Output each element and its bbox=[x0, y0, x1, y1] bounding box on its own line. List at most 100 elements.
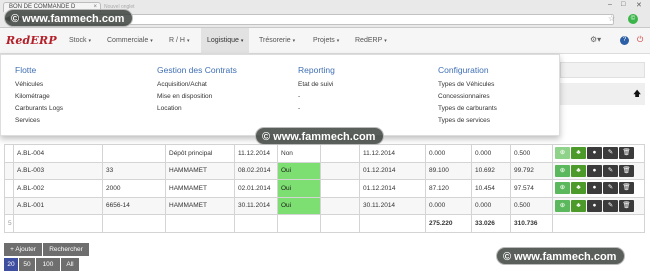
table-row[interactable]: A.BL-004 Dépôt principal 11.12.2014 Non 11.1… bbox=[4, 144, 645, 163]
minimize-icon[interactable]: – bbox=[608, 1, 612, 8]
amount-ht-cell: 0.000 bbox=[425, 196, 472, 215]
page-size-100[interactable]: 100 bbox=[36, 258, 60, 271]
view-icon[interactable]: ⊕ bbox=[555, 182, 570, 195]
table-row[interactable]: A.BL-002 2000 HAMMAMET 02.01.2014 Oui 01.12.2… bbox=[4, 179, 645, 198]
page-size-50[interactable]: 50 bbox=[19, 258, 35, 271]
dropdown-link[interactable]: - bbox=[298, 93, 335, 105]
dropdown-link[interactable]: Services bbox=[15, 117, 63, 129]
edit-icon[interactable]: ✎ bbox=[603, 164, 618, 177]
empty-cell bbox=[320, 179, 360, 198]
delivery-notes-table: A.BL-004 Dépôt principal 11.12.2014 Non 11.1… bbox=[4, 144, 645, 233]
menu-label: Commerciale bbox=[107, 37, 149, 44]
dropdown-link[interactable]: Etat de suivi bbox=[298, 81, 335, 93]
dropdown-link[interactable]: Kilométrage bbox=[15, 93, 63, 105]
menu-commerciale[interactable]: Commerciale ▾ bbox=[101, 28, 159, 54]
empty-cell bbox=[320, 214, 360, 233]
add-button[interactable]: + Ajouter bbox=[4, 243, 42, 256]
dropdown-link[interactable]: Types de carburants bbox=[438, 105, 497, 117]
edit-icon[interactable]: ✎ bbox=[603, 199, 618, 212]
dropdown-link[interactable]: Concessionnaires bbox=[438, 93, 497, 105]
date-cell: 30.11.2014 bbox=[234, 196, 278, 215]
brand-logo[interactable]: RedERP bbox=[6, 34, 57, 47]
menu-projets[interactable]: Projets ▾ bbox=[307, 28, 345, 54]
dropdown-link[interactable]: Types de Véhicules bbox=[438, 81, 497, 93]
extension-icon[interactable]: © bbox=[628, 14, 638, 24]
total-amount-ttc-cell: 310.736 bbox=[510, 214, 553, 233]
date-cell: 02.01.2014 bbox=[234, 179, 278, 198]
maximize-icon[interactable]: □ bbox=[621, 1, 625, 8]
dropdown-link[interactable]: - bbox=[298, 105, 335, 117]
table-row[interactable]: A.BL-001 6656-14 HAMMAMET 30.11.2014 Oui 30.1… bbox=[4, 196, 645, 215]
dropdown-column-flotte: Flotte Véhicules Kilométrage Carburants … bbox=[15, 65, 63, 129]
circle-icon[interactable]: ● bbox=[587, 199, 602, 212]
caret-down-icon: ▾ bbox=[186, 38, 190, 44]
row-count-cell: 5 bbox=[4, 214, 14, 233]
dropdown-link[interactable]: Acquisition/Achat bbox=[157, 81, 237, 93]
delete-icon[interactable]: 🗑 bbox=[619, 182, 634, 195]
table-row[interactable]: A.BL-003 33 HAMMAMET 08.02.2014 Oui 01.12.201… bbox=[4, 161, 645, 180]
menu-rh[interactable]: R / H ▾ bbox=[163, 28, 195, 54]
reference-cell: A.BL-002 bbox=[13, 179, 103, 198]
dropdown-link[interactable]: Carburants Logs bbox=[15, 105, 63, 117]
row-actions: ⊕ ♣ ● ✎ 🗑 bbox=[552, 196, 645, 215]
view-icon[interactable]: ⊕ bbox=[555, 147, 570, 160]
delete-icon[interactable]: 🗑 bbox=[619, 164, 634, 177]
reference-cell: A.BL-003 bbox=[13, 161, 103, 180]
menu-rederp[interactable]: RedERP ▾ bbox=[349, 28, 393, 54]
page-size-all[interactable]: All bbox=[61, 258, 79, 271]
empty-cell bbox=[320, 196, 360, 215]
watermark: © www.fammech.com bbox=[255, 127, 385, 145]
search-button[interactable]: Rechercher bbox=[43, 243, 89, 256]
page-size-20[interactable]: 20 bbox=[4, 258, 18, 271]
window-close-icon[interactable]: ✕ bbox=[636, 1, 642, 9]
sort-up-icon[interactable]: 🡅 bbox=[633, 88, 641, 102]
tree-icon[interactable]: ♣ bbox=[571, 147, 586, 160]
empty-cell bbox=[359, 214, 426, 233]
dropdown-link[interactable]: Véhicules bbox=[15, 81, 63, 93]
code-cell: 33 bbox=[102, 161, 166, 180]
view-icon[interactable]: ⊕ bbox=[555, 199, 570, 212]
help-icon[interactable]: ? bbox=[620, 36, 629, 45]
menu-tresorerie[interactable]: Trésorerie ▾ bbox=[253, 28, 301, 54]
menu-logistique[interactable]: Logistique ▾ bbox=[201, 28, 250, 54]
dropdown-link[interactable]: Types de services bbox=[438, 117, 497, 129]
row-number-cell bbox=[4, 196, 14, 215]
app-navbar: RedERP Stock ▾ Commerciale ▾ R / H ▾ Logist… bbox=[0, 28, 650, 54]
tree-icon[interactable]: ♣ bbox=[571, 199, 586, 212]
edit-icon[interactable]: ✎ bbox=[603, 147, 618, 160]
date-cell: 11.12.2014 bbox=[234, 144, 278, 163]
reference-cell: A.BL-004 bbox=[13, 144, 103, 163]
dropdown-heading: Reporting bbox=[298, 65, 335, 75]
dropdown-link[interactable]: Mise en disposition bbox=[157, 93, 237, 105]
menu-label: Stock bbox=[69, 37, 87, 44]
power-icon[interactable]: ⏻ bbox=[637, 35, 643, 45]
view-icon[interactable]: ⊕ bbox=[555, 164, 570, 177]
row-number-cell bbox=[4, 144, 14, 163]
caret-down-icon: ▾ bbox=[292, 38, 296, 44]
circle-icon[interactable]: ● bbox=[587, 147, 602, 160]
dropdown-column-contrats: Gestion des Contrats Acquisition/Achat M… bbox=[157, 65, 237, 117]
menu-stock[interactable]: Stock ▾ bbox=[63, 28, 97, 54]
amount-ttc-cell: 97.574 bbox=[510, 179, 553, 198]
row-actions: ⊕ ♣ ● ✎ 🗑 bbox=[552, 179, 645, 198]
empty-cell bbox=[552, 214, 645, 233]
edit-icon[interactable]: ✎ bbox=[603, 182, 618, 195]
delete-icon[interactable]: 🗑 bbox=[619, 199, 634, 212]
circle-icon[interactable]: ● bbox=[587, 182, 602, 195]
dropdown-link[interactable]: Location bbox=[157, 105, 237, 117]
filter-field[interactable] bbox=[560, 62, 645, 78]
bookmark-star-icon[interactable]: ☆ bbox=[608, 14, 615, 23]
depot-cell: HAMMAMET bbox=[165, 179, 235, 198]
code-cell bbox=[102, 144, 166, 163]
tax-cell: 10.454 bbox=[471, 179, 511, 198]
delete-icon[interactable]: 🗑 bbox=[619, 147, 634, 160]
tree-icon[interactable]: ♣ bbox=[571, 164, 586, 177]
circle-icon[interactable]: ● bbox=[587, 164, 602, 177]
tax-cell: 10.692 bbox=[471, 161, 511, 180]
settings-gear-icon[interactable]: ⚙▾ bbox=[590, 35, 601, 44]
code-cell: 2000 bbox=[102, 179, 166, 198]
empty-cell bbox=[234, 214, 278, 233]
tree-icon[interactable]: ♣ bbox=[571, 182, 586, 195]
flag-cell: Oui bbox=[277, 161, 321, 180]
total-tax-cell: 33.026 bbox=[471, 214, 511, 233]
